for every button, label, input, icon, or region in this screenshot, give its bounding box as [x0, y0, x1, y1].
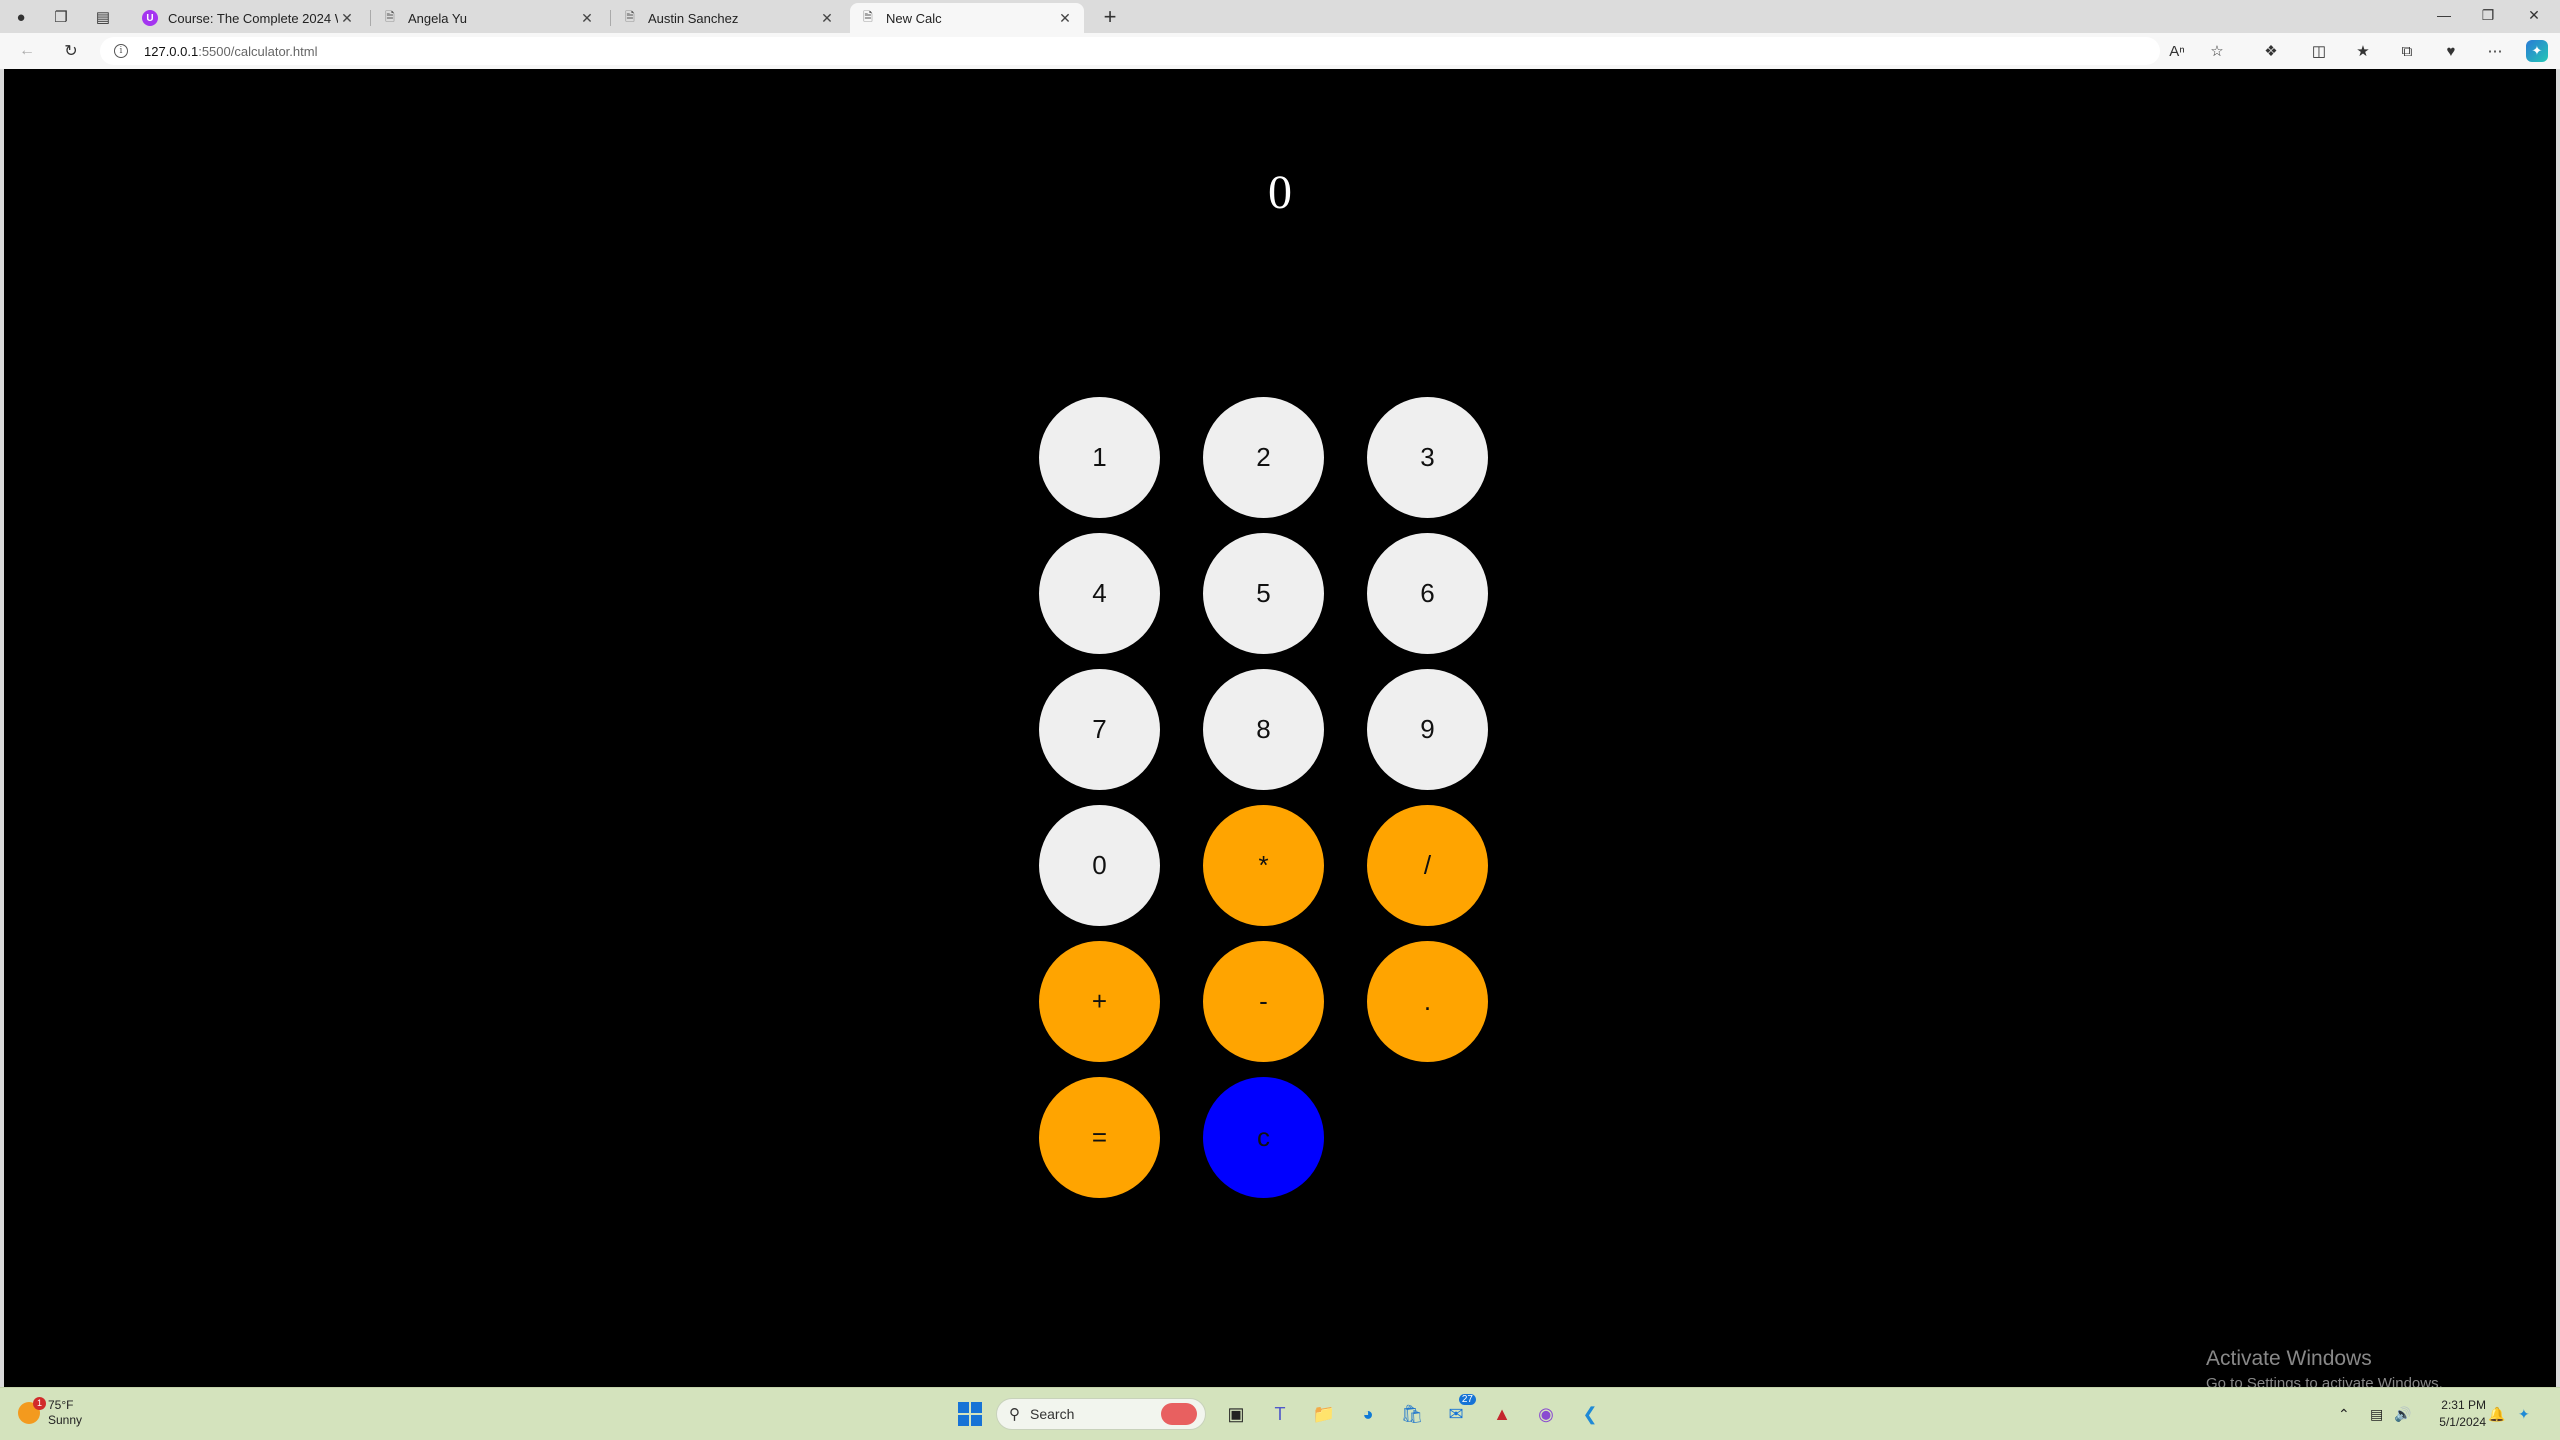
task-view-icon[interactable]: ▣	[1220, 1398, 1252, 1430]
key-0[interactable]: 0	[1039, 805, 1160, 926]
key-equals[interactable]: =	[1039, 1077, 1160, 1198]
taskbar: 1 75°F Sunny ⚲ Search ▣ T 📁 ◕ 🛍 ✉ 27 ▲ ◉ …	[0, 1387, 2560, 1440]
key-5[interactable]: 5	[1203, 533, 1324, 654]
page-viewport: 0 1 2 3 4 5 6 7 8 9 0 * / + - . = c Acti…	[4, 69, 2556, 1392]
key-7[interactable]: 7	[1039, 669, 1160, 790]
teams-icon[interactable]: T	[1264, 1398, 1296, 1430]
vscode-icon[interactable]: ❮	[1574, 1398, 1606, 1430]
tab-course[interactable]: U Course: The Complete 2024 Web ✕	[132, 3, 366, 33]
tab-divider	[610, 10, 611, 26]
key-divide[interactable]: /	[1367, 805, 1488, 926]
back-icon[interactable]: ←	[14, 38, 40, 64]
copilot-taskbar-icon[interactable]: ✦	[2518, 1398, 2530, 1430]
search-placeholder: Search	[1030, 1406, 1075, 1422]
key-subtract[interactable]: -	[1203, 941, 1324, 1062]
browser-window: ● ❐ ▤ U Course: The Complete 2024 Web ✕ …	[0, 0, 2560, 1440]
tab-angela-yu[interactable]: 🗎 Angela Yu ✕	[372, 3, 606, 33]
url-host: 127.0.0.1	[144, 43, 199, 59]
key-1[interactable]: 1	[1039, 397, 1160, 518]
key-multiply[interactable]: *	[1203, 805, 1324, 926]
key-8[interactable]: 8	[1203, 669, 1324, 790]
notification-bell-icon[interactable]: 🔔	[2488, 1398, 2505, 1430]
mail-badge: 27	[1458, 1394, 1476, 1405]
start-button[interactable]	[954, 1398, 986, 1430]
copilot-icon[interactable]: ✦	[2526, 40, 2548, 62]
browser-essentials-icon[interactable]: ♥	[2438, 38, 2464, 64]
key-3[interactable]: 3	[1367, 397, 1488, 518]
key-clear[interactable]: c	[1203, 1077, 1324, 1198]
tab-title: Austin Sanchez	[648, 10, 739, 26]
acrobat-icon[interactable]: ▲	[1486, 1398, 1518, 1430]
collections-icon[interactable]: ⧉	[2394, 38, 2420, 64]
read-aloud-icon[interactable]: Aⁿ	[2164, 38, 2190, 64]
volume-icon[interactable]: 🔊	[2394, 1398, 2411, 1430]
close-icon[interactable]: ✕	[818, 10, 836, 27]
taskbar-search[interactable]: ⚲ Search	[996, 1398, 1206, 1430]
weather-desc: Sunny	[48, 1413, 83, 1427]
file-explorer-icon[interactable]: 📁	[1308, 1398, 1340, 1430]
activate-windows-watermark: Activate Windows Go to Settings to activ…	[2206, 1347, 2443, 1392]
new-tab-button[interactable]: +	[1096, 3, 1124, 31]
split-screen-icon[interactable]: ◫	[2306, 38, 2332, 64]
mail-icon[interactable]: ✉ 27	[1440, 1394, 1476, 1430]
windows-logo-icon	[958, 1402, 982, 1426]
watermark-title: Activate Windows	[2206, 1347, 2372, 1370]
weather-temp: 75°F	[48, 1398, 74, 1412]
tab-austin-sanchez[interactable]: 🗎 Austin Sanchez ✕	[612, 3, 846, 33]
page-icon: 🗎	[863, 9, 873, 24]
clock-date: 5/1/2024	[2439, 1415, 2486, 1429]
key-decimal[interactable]: .	[1367, 941, 1488, 1062]
tab-new-calc[interactable]: 🗎 New Calc ✕	[850, 3, 1084, 33]
profile-icon[interactable]: ●	[8, 4, 34, 30]
search-highlight-icon	[1161, 1403, 1197, 1425]
network-icon[interactable]: ▤	[2370, 1398, 2383, 1430]
key-6[interactable]: 6	[1367, 533, 1488, 654]
minimize-icon[interactable]: —	[2422, 0, 2466, 30]
sun-icon: 1	[18, 1397, 46, 1424]
page-icon: 🗎	[385, 9, 395, 24]
browser-toolbar: ← ↻ i 127.0.0.1 :5500/calculator.html Aⁿ…	[0, 33, 2560, 69]
close-icon[interactable]: ✕	[578, 10, 596, 27]
close-window-icon[interactable]: ✕	[2512, 0, 2556, 30]
close-icon[interactable]: ✕	[1056, 10, 1074, 27]
weather-widget[interactable]: 1 75°F Sunny	[18, 1397, 83, 1428]
page-icon: 🗎	[625, 9, 635, 24]
more-menu-icon[interactable]: ⋯	[2482, 38, 2508, 64]
url-path: :5500/calculator.html	[198, 43, 318, 59]
tab-title: Course: The Complete 2024 Web	[168, 10, 338, 26]
calculator-display: 0	[1268, 166, 1292, 219]
workspaces-icon[interactable]: ❐	[48, 4, 74, 30]
weather-badge: 1	[33, 1397, 46, 1410]
tab-actions-icon[interactable]: ▤	[90, 4, 116, 30]
favorites-icon[interactable]: ★	[2350, 38, 2376, 64]
tab-title: New Calc	[886, 10, 942, 26]
tab-title: Angela Yu	[408, 10, 468, 26]
key-2[interactable]: 2	[1203, 397, 1324, 518]
key-4[interactable]: 4	[1039, 533, 1160, 654]
udemy-icon: U	[142, 10, 158, 26]
store-icon[interactable]: 🛍	[1396, 1398, 1428, 1430]
refresh-icon[interactable]: ↻	[58, 38, 84, 64]
address-bar[interactable]: i 127.0.0.1 :5500/calculator.html	[100, 37, 2160, 65]
tab-divider	[370, 10, 371, 26]
tray-chevron-icon[interactable]: ⌃	[2338, 1398, 2350, 1430]
key-9[interactable]: 9	[1367, 669, 1488, 790]
restore-icon[interactable]: ❐	[2466, 0, 2510, 30]
key-add[interactable]: +	[1039, 941, 1160, 1062]
app-icon[interactable]: ◉	[1530, 1398, 1562, 1430]
clock-time: 2:31 PM	[2441, 1398, 2486, 1412]
search-icon: ⚲	[1009, 1406, 1020, 1423]
extensions-icon[interactable]: ❖	[2258, 38, 2284, 64]
edge-icon[interactable]: ◕	[1352, 1398, 1384, 1430]
system-clock[interactable]: 2:31 PM 5/1/2024	[2420, 1397, 2486, 1431]
close-icon[interactable]: ✕	[338, 10, 356, 27]
favorite-star-icon[interactable]: ☆	[2204, 38, 2230, 64]
tab-strip: ● ❐ ▤ U Course: The Complete 2024 Web ✕ …	[0, 0, 2560, 33]
site-info-icon[interactable]: i	[114, 44, 128, 58]
